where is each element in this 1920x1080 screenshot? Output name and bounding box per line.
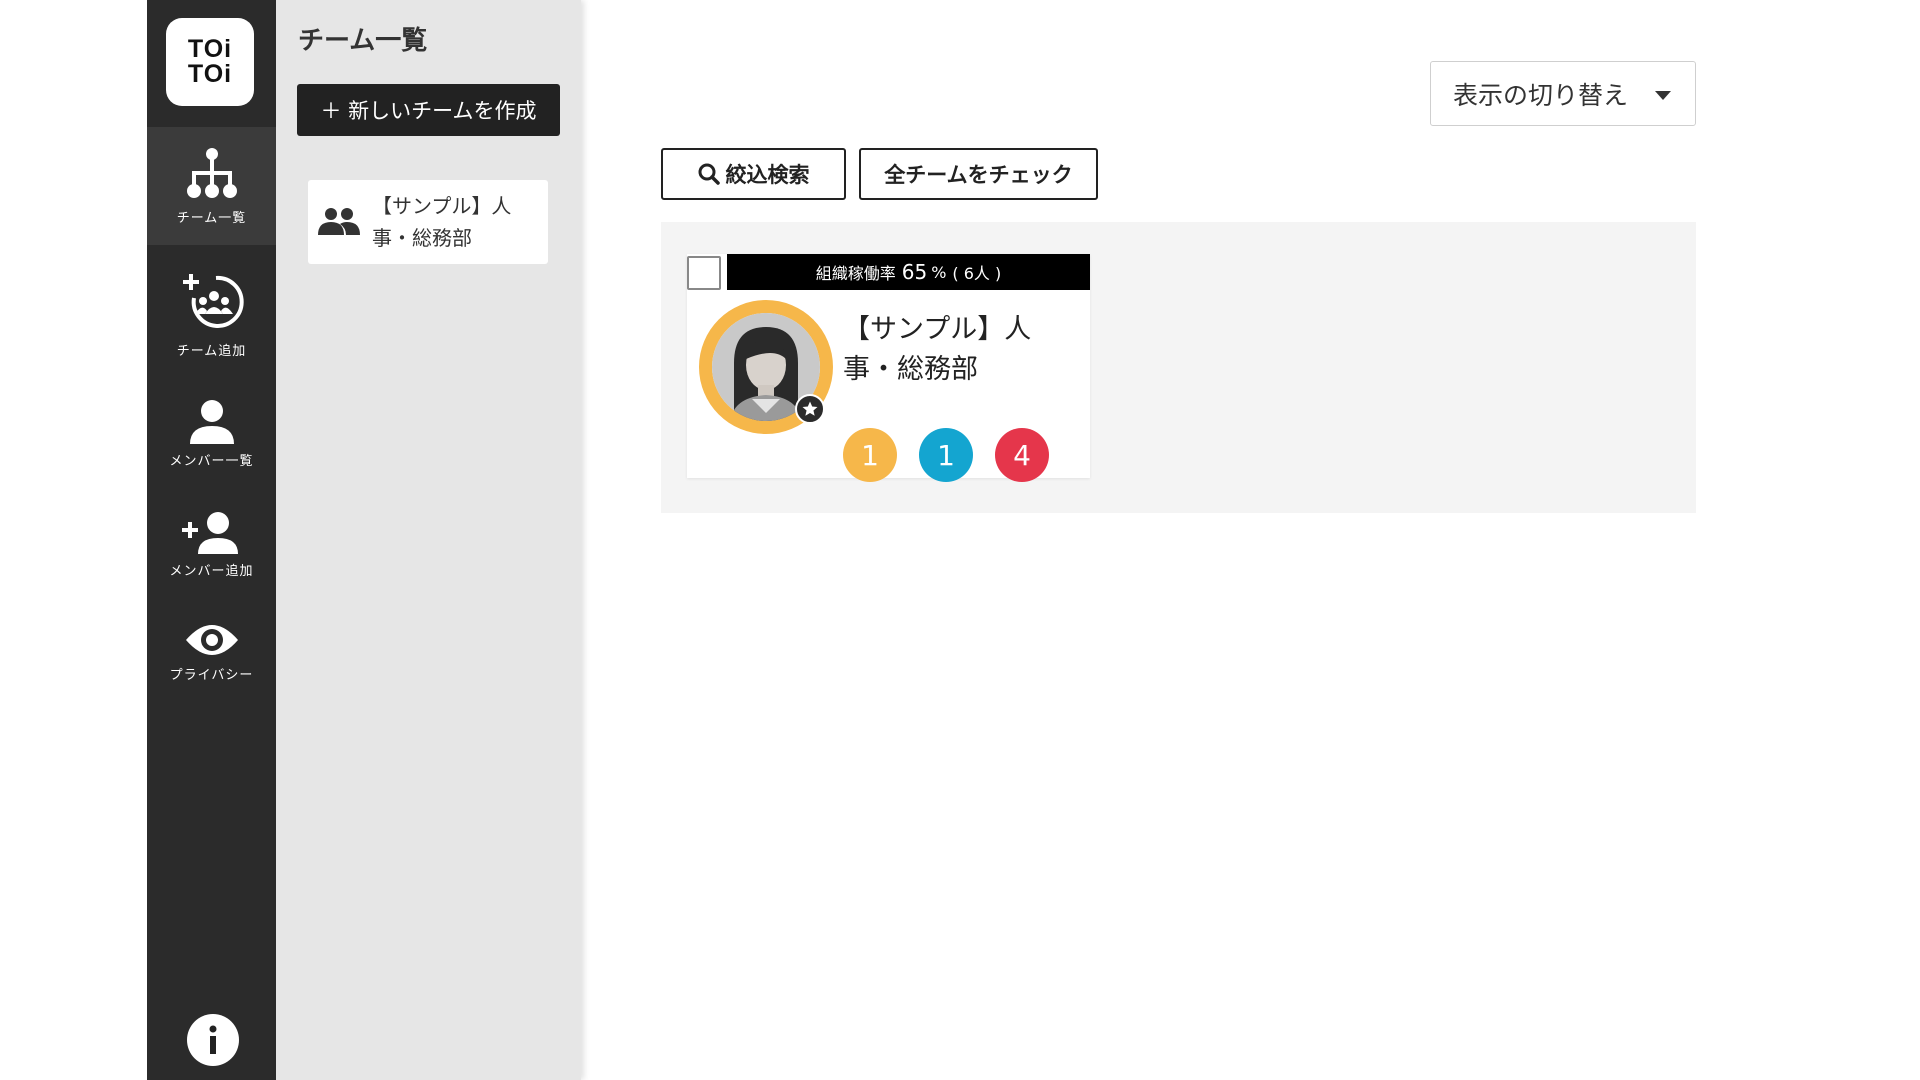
team-list-item-name: 【サンプル】人事・総務部 — [372, 194, 512, 250]
info-icon — [209, 1025, 217, 1054]
rail-item-privacy[interactable]: プライバシー — [147, 622, 276, 692]
utilization-rate-bar: 組織稼働率 65 % ( 6人 ) — [727, 254, 1090, 290]
person-icon — [189, 400, 234, 444]
rail-item-label: チーム追加 — [176, 344, 247, 359]
count-badge[interactable]: 1 — [843, 428, 897, 482]
team-board: 組織稼働率 65 % ( 6人 ) 【サンプル】人事・総務部 1 1 4 — [661, 222, 1696, 513]
filter-search-button[interactable]: 絞込検索 — [661, 148, 846, 200]
rail-item-label: チーム一覧 — [176, 211, 247, 226]
org-chart-icon — [186, 148, 237, 198]
eye-icon — [185, 625, 238, 655]
member-count: ( 6人 ) — [952, 264, 1002, 283]
people-icon — [318, 208, 360, 235]
rail-item-label: メンバー一覧 — [169, 454, 254, 469]
caret-down-icon — [1655, 91, 1671, 100]
rail-item-member-list[interactable]: メンバー一覧 — [147, 400, 276, 475]
rail-item-add-team[interactable]: チーム追加 — [147, 270, 276, 370]
leader-avatar[interactable] — [699, 300, 833, 434]
search-icon — [698, 163, 720, 185]
info-button[interactable] — [187, 1014, 239, 1066]
add-person-icon — [181, 512, 238, 554]
team-card[interactable]: 組織稼働率 65 % ( 6人 ) 【サンプル】人事・総務部 1 1 4 — [687, 254, 1090, 482]
star-icon — [795, 394, 825, 424]
app-logo[interactable]: TOi TOi — [166, 18, 254, 106]
new-team-button[interactable]: ＋ 新しいチームを作成 — [297, 84, 560, 136]
rail-item-team-list[interactable]: チーム一覧 — [147, 127, 276, 245]
logo-line-1: TOi — [187, 35, 233, 63]
view-toggle-dropdown[interactable]: 表示の切り替え — [1430, 61, 1696, 126]
view-toggle-label: 表示の切り替え — [1453, 80, 1629, 110]
app-root: TOi TOi チーム一覧 チーム追加 メンバー一覧 メンバー追加 プライバシー… — [0, 0, 1920, 1080]
logo-line-2: TOi — [187, 60, 233, 88]
panel-title: チーム一覧 — [298, 26, 428, 56]
check-all-teams-button[interactable]: 全チームをチェック — [859, 148, 1098, 200]
count-badge[interactable]: 4 — [995, 428, 1049, 482]
rail-item-label: メンバー追加 — [169, 564, 254, 579]
rail-item-add-member[interactable]: メンバー追加 — [147, 512, 276, 587]
rate-value: 65 — [901, 260, 928, 284]
count-badge[interactable]: 1 — [919, 428, 973, 482]
rate-suffix: % — [931, 262, 947, 282]
team-list-item[interactable]: 【サンプル】人事・総務部 — [308, 180, 548, 264]
team-card-checkbox[interactable] — [687, 256, 721, 290]
team-card-name: 【サンプル】人事・総務部 — [843, 314, 1032, 385]
icon-rail: TOi TOi チーム一覧 チーム追加 メンバー一覧 メンバー追加 プライバシー — [147, 0, 276, 1080]
filter-search-label: 絞込検索 — [725, 163, 810, 187]
rate-prefix: 組織稼働率 — [815, 264, 896, 283]
add-team-icon — [182, 274, 244, 328]
team-list-panel: チーム一覧 ＋ 新しいチームを作成 【サンプル】人事・総務部 — [276, 0, 581, 1080]
rail-item-label: プライバシー — [169, 668, 254, 683]
